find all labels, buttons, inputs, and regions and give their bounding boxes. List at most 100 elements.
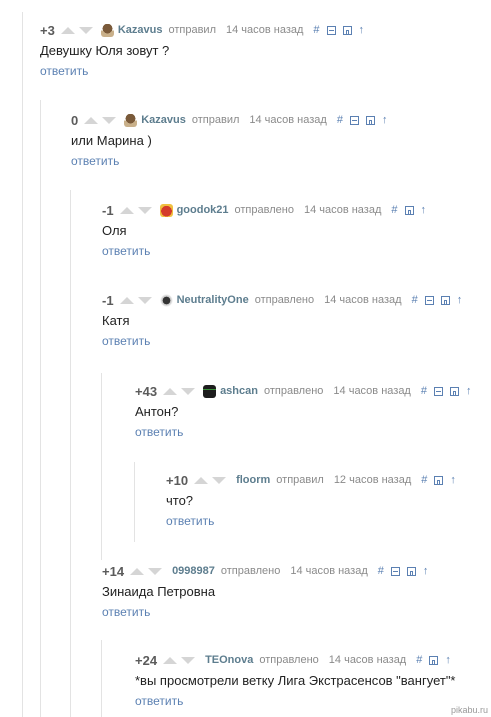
comment-author[interactable]: TEOnova (205, 654, 253, 666)
avatar[interactable] (100, 23, 114, 37)
collapse-icon[interactable] (390, 566, 400, 576)
vote-down-icon[interactable] (102, 116, 117, 124)
save-icon[interactable] (440, 295, 450, 305)
comment-author[interactable]: ashcan (220, 385, 258, 397)
permalink-hash-icon[interactable]: # (416, 654, 422, 666)
save-icon[interactable] (434, 475, 444, 485)
vote-down-icon[interactable] (137, 206, 152, 214)
save-icon[interactable] (449, 386, 459, 396)
vote-up-icon[interactable] (194, 476, 209, 484)
comment-rating: -1 (102, 292, 114, 308)
comment: +43 ashcan отправлено 14 часов назад # ↑… (135, 383, 491, 440)
vote-down-icon[interactable] (181, 656, 196, 664)
permalink-hash-icon[interactable]: # (337, 114, 343, 126)
collapse-icon[interactable] (433, 386, 443, 396)
comment-text: Антон? (135, 404, 179, 419)
comment-time: 14 часов назад (324, 294, 402, 306)
comment: -1 NeutralityOne отправлено 14 часов наз… (102, 292, 491, 349)
parent-arrow-icon[interactable]: ↑ (445, 654, 451, 666)
comment-time: 14 часов назад (333, 385, 411, 397)
collapse-icon[interactable] (326, 25, 336, 35)
comment-author[interactable]: Kazavus (141, 114, 186, 126)
collapse-icon[interactable] (349, 115, 359, 125)
vote-up-icon[interactable] (60, 26, 75, 34)
comment: +24 TEOnova отправлено 14 часов назад # … (135, 652, 491, 709)
parent-arrow-icon[interactable]: ↑ (359, 24, 365, 36)
reply-link[interactable]: ответить (135, 694, 491, 708)
thread-line (101, 373, 102, 560)
vote-down-icon[interactable] (137, 296, 152, 304)
comment-rating: -1 (102, 202, 114, 218)
comment-time: 14 часов назад (290, 565, 368, 577)
comment-rating: +43 (135, 383, 158, 399)
comment-verb: отправлено (234, 204, 294, 216)
permalink-hash-icon[interactable]: # (421, 474, 427, 486)
vote-down-icon[interactable] (181, 387, 196, 395)
reply-link[interactable]: ответить (135, 425, 491, 439)
comment-text: *вы просмотрели ветку Лига Экстрасенсов … (135, 673, 456, 688)
parent-arrow-icon[interactable]: ↑ (382, 114, 388, 126)
parent-arrow-icon[interactable]: ↑ (423, 565, 429, 577)
comment-time: 14 часов назад (225, 24, 304, 36)
reply-link[interactable]: ответить (166, 514, 491, 528)
comment-verb: отправил (191, 114, 240, 126)
comment-time: 14 часов назад (328, 654, 407, 666)
vote-down-icon[interactable] (78, 26, 93, 34)
vote-down-icon[interactable] (212, 476, 227, 484)
vote-up-icon[interactable] (163, 387, 178, 395)
comment-time: 14 часов назад (249, 114, 327, 126)
comment: +3 Kazavus отправил 14 часов назад # ↑ Д… (40, 22, 491, 79)
comment-verb: отправлено (259, 654, 319, 666)
reply-link[interactable]: ответить (40, 64, 491, 78)
comment-text: Зинаида Петровна (102, 584, 216, 599)
comment-author[interactable]: floorm (236, 474, 270, 486)
comment-author[interactable]: Kazavus (118, 24, 163, 36)
parent-arrow-icon[interactable]: ↑ (421, 204, 427, 216)
vote-up-icon[interactable] (163, 656, 178, 664)
save-icon[interactable] (429, 655, 439, 665)
avatar[interactable] (159, 293, 173, 307)
reply-link[interactable]: ответить (102, 244, 491, 258)
comment-verb: отправлено (263, 385, 324, 397)
comment-rating: +3 (40, 22, 55, 38)
thread-line (70, 190, 71, 717)
save-icon[interactable] (406, 566, 416, 576)
parent-arrow-icon[interactable]: ↑ (450, 474, 456, 486)
permalink-hash-icon[interactable]: # (378, 565, 384, 577)
parent-arrow-icon[interactable]: ↑ (457, 294, 463, 306)
thread-line (134, 462, 135, 542)
save-icon[interactable] (404, 205, 414, 215)
comment-rating: +10 (166, 472, 189, 488)
permalink-hash-icon[interactable]: # (313, 24, 319, 36)
comment: 0 Kazavus отправил 14 часов назад # ↑ ил… (71, 112, 491, 169)
vote-up-icon[interactable] (119, 206, 134, 214)
permalink-hash-icon[interactable]: # (391, 204, 397, 216)
thread-line (40, 100, 41, 717)
comment-text: Оля (102, 223, 127, 238)
vote-up-icon[interactable] (84, 116, 99, 124)
avatar[interactable] (203, 384, 217, 398)
permalink-hash-icon[interactable]: # (412, 294, 418, 306)
comment-text: Катя (102, 313, 130, 328)
comment-author[interactable]: 0998987 (172, 565, 215, 577)
vote-up-icon[interactable] (119, 296, 134, 304)
comment-author[interactable]: NeutralityOne (177, 294, 249, 306)
parent-arrow-icon[interactable]: ↑ (466, 385, 472, 397)
comment-verb: отправил (168, 24, 216, 36)
permalink-hash-icon[interactable]: # (421, 385, 427, 397)
save-icon[interactable] (342, 25, 352, 35)
avatar[interactable] (159, 203, 173, 217)
reply-link[interactable]: ответить (102, 334, 491, 348)
avatar[interactable] (124, 113, 138, 127)
vote-down-icon[interactable] (148, 567, 163, 575)
vote-up-icon[interactable] (130, 567, 145, 575)
save-icon[interactable] (365, 115, 375, 125)
collapse-icon[interactable] (424, 295, 434, 305)
reply-link[interactable]: ответить (71, 154, 491, 168)
reply-link[interactable]: ответить (102, 605, 491, 619)
comment-text: или Марина ) (71, 133, 152, 148)
comment: +10 floorm отправил 12 часов назад # ↑ ч… (166, 472, 491, 529)
comment-text: что? (166, 493, 194, 508)
thread-line (101, 640, 102, 717)
comment-author[interactable]: goodok21 (177, 204, 229, 216)
